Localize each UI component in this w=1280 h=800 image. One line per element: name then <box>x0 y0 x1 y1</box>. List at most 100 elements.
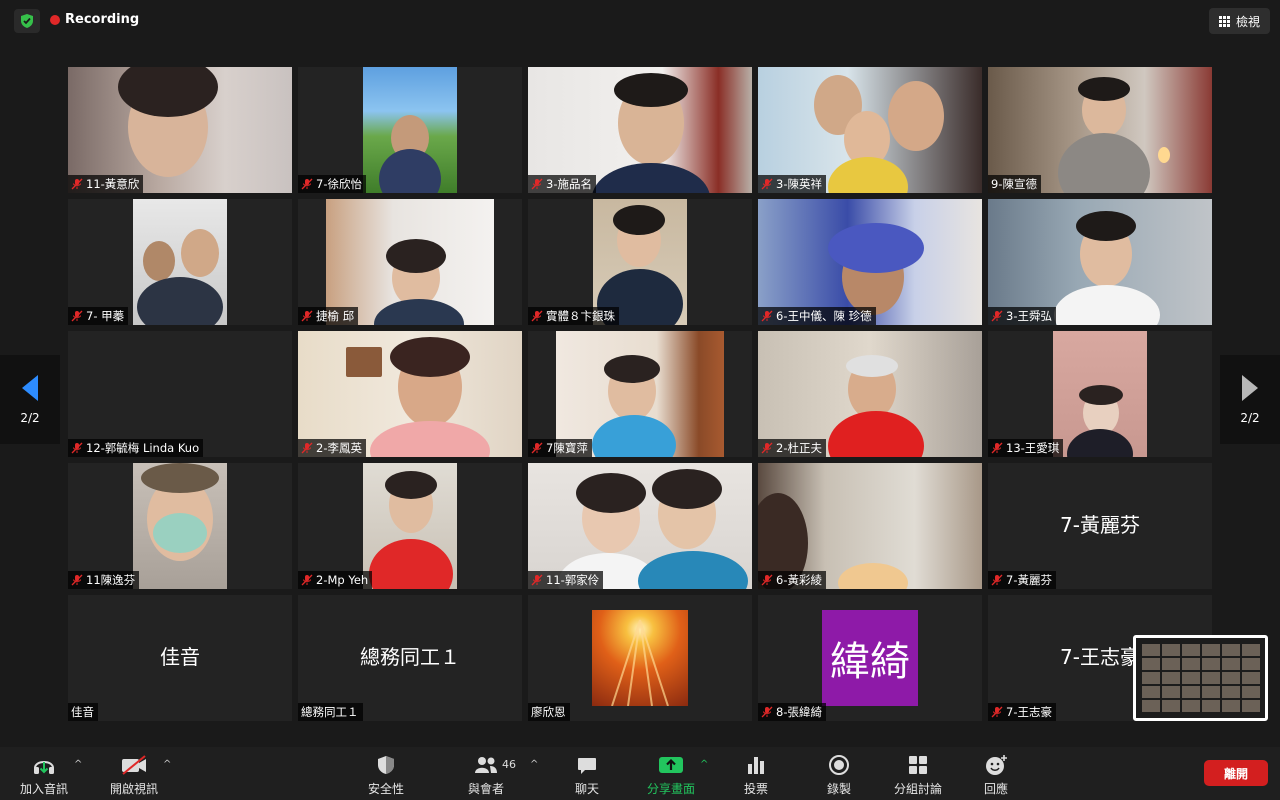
record-button[interactable]: 錄製 <box>827 754 851 797</box>
participant-name-tag: 佳音 <box>68 703 98 721</box>
security-shield-icon[interactable] <box>14 9 40 33</box>
reactions-button[interactable]: 回應 <box>984 754 1008 797</box>
participant-tile[interactable]: 6-王中儀、陳 珍德 <box>758 199 982 325</box>
chat-button[interactable]: 聊天 <box>575 754 599 797</box>
participant-name-tag: 2-李鳳英 <box>298 439 366 457</box>
participants-label: 與會者 <box>468 782 505 796</box>
profile-picture <box>592 610 688 707</box>
participant-tile[interactable]: 12-郭毓梅 Linda Kuo <box>68 331 292 457</box>
participant-name-tag: 11-郭家伶 <box>528 571 604 589</box>
muted-microphone-icon <box>991 442 1003 454</box>
participant-name: 廖欣恩 <box>531 705 566 719</box>
record-icon <box>829 755 849 775</box>
participant-tile[interactable]: 11-郭家伶 <box>528 463 752 589</box>
participant-tile[interactable]: 實體８卞銀珠 <box>528 199 752 325</box>
participant-name: 2-Mp Yeh <box>316 573 369 587</box>
participant-tile[interactable]: 7-徐欣怡 <box>298 67 522 193</box>
muted-microphone-icon <box>71 442 83 454</box>
participant-tile[interactable]: 9-陳宣德 <box>988 67 1212 193</box>
page-indicator-left: 2/2 <box>20 410 40 425</box>
muted-microphone-icon <box>761 178 773 190</box>
participant-name: 總務同工１ <box>301 705 359 719</box>
shield-icon <box>378 756 394 774</box>
start-video-button[interactable]: 開啟視訊 <box>110 754 158 797</box>
video-options-caret-icon[interactable]: ^ <box>163 759 171 770</box>
muted-microphone-icon <box>301 310 313 322</box>
recording-label: Recording <box>65 12 140 27</box>
breakout-rooms-button[interactable]: 分組討論 <box>894 754 942 797</box>
muted-microphone-icon <box>71 178 83 190</box>
participant-name-tag: 3-王舜弘 <box>988 307 1056 325</box>
muted-microphone-icon <box>531 574 543 586</box>
share-options-caret-icon[interactable]: ^ <box>700 759 708 770</box>
participant-tile[interactable]: 7-黃麗芬 7-黃麗芬 <box>988 463 1212 589</box>
participant-name: 12-郭毓梅 Linda Kuo <box>86 441 200 455</box>
participant-tile[interactable]: 3-陳英祥 <box>758 67 982 193</box>
join-audio-label: 加入音訊 <box>20 782 69 796</box>
audio-options-caret-icon[interactable]: ^ <box>74 759 82 770</box>
view-button[interactable]: 檢視 <box>1208 8 1270 34</box>
participant-tile[interactable]: 11-黃意欣 <box>68 67 292 193</box>
muted-microphone-icon <box>531 442 543 454</box>
participant-name-tag: 廖欣恩 <box>528 703 570 721</box>
previous-page-button[interactable]: 2/2 <box>0 355 60 444</box>
participant-name: 7-徐欣怡 <box>316 177 362 191</box>
view-button-label: 檢視 <box>1235 14 1260 29</box>
participant-display-name: 佳音 <box>160 645 200 669</box>
participant-name: 實體８卞銀珠 <box>546 309 615 323</box>
security-button[interactable]: 安全性 <box>368 754 404 797</box>
participant-name-tag: 6-黃彩綾 <box>758 571 826 589</box>
breakout-rooms-label: 分組討論 <box>894 782 943 796</box>
participant-tile[interactable]: 2-杜正夫 <box>758 331 982 457</box>
participant-tile[interactable]: 捷榆 邱 <box>298 199 522 325</box>
muted-microphone-icon <box>301 574 313 586</box>
reactions-label: 回應 <box>984 782 1009 796</box>
participant-tile[interactable]: 廖欣恩 <box>528 595 752 721</box>
participant-name: 8-張緯綺 <box>776 705 822 719</box>
polls-button[interactable]: 投票 <box>744 754 768 797</box>
participant-tile[interactable]: 6-黃彩綾 <box>758 463 982 589</box>
participant-name: 3-王舜弘 <box>1006 309 1052 323</box>
bar-chart-icon <box>748 757 764 774</box>
participant-display-name: 總務同工１ <box>360 645 460 669</box>
participant-name-tag: 實體８卞銀珠 <box>528 307 619 325</box>
participant-tile[interactable]: 7- 甲蓁 <box>68 199 292 325</box>
share-screen-label: 分享畫面 <box>647 782 696 796</box>
muted-microphone-icon <box>991 310 1003 322</box>
share-screen-button[interactable]: 分享畫面 <box>647 754 695 797</box>
participant-tile[interactable]: 2-Mp Yeh <box>298 463 522 589</box>
participant-name: 2-杜正夫 <box>776 441 822 455</box>
participant-name-tag: 7-黃麗芬 <box>988 571 1056 589</box>
participant-tile[interactable]: 3-施品名 <box>528 67 752 193</box>
participant-tile[interactable]: 3-王舜弘 <box>988 199 1212 325</box>
right-arrow-icon <box>1242 374 1258 401</box>
participant-tile[interactable]: 13-王愛琪 <box>988 331 1212 457</box>
leave-meeting-button[interactable]: 離開 <box>1204 760 1268 786</box>
participant-name-tag: 3-陳英祥 <box>758 175 826 193</box>
participant-tile[interactable]: 2-李鳳英 <box>298 331 522 457</box>
muted-microphone-icon <box>301 178 313 190</box>
participants-button[interactable]: 與會者 <box>468 754 504 797</box>
participant-name: 2-李鳳英 <box>316 441 362 455</box>
gallery-thumbnail-preview[interactable] <box>1133 635 1268 721</box>
participant-tile[interactable]: 7陳寶萍 <box>528 331 752 457</box>
grid-view-icon <box>1218 15 1230 27</box>
participant-name-tag: 捷榆 邱 <box>298 307 359 325</box>
chat-bubble-icon <box>578 758 596 774</box>
polls-label: 投票 <box>744 782 769 796</box>
participant-video <box>363 67 457 193</box>
participants-icon <box>475 757 497 773</box>
participant-tile[interactable]: 緯綺 8-張緯綺 <box>758 595 982 721</box>
participant-tile[interactable]: 11陳逸芬 <box>68 463 292 589</box>
participant-tile[interactable]: 總務同工１ 總務同工１ <box>298 595 522 721</box>
muted-microphone-icon <box>991 706 1003 718</box>
participants-options-caret-icon[interactable]: ^ <box>530 759 538 770</box>
participant-tile[interactable]: 佳音 佳音 <box>68 595 292 721</box>
join-audio-button[interactable]: 加入音訊 <box>20 754 68 797</box>
participant-video <box>1053 331 1147 457</box>
recording-indicator: Recording <box>50 12 139 27</box>
participant-name: 7- 甲蓁 <box>86 309 125 323</box>
next-page-button[interactable]: 2/2 <box>1220 355 1280 444</box>
participant-name: 6-黃彩綾 <box>776 573 822 587</box>
muted-microphone-icon <box>991 574 1003 586</box>
